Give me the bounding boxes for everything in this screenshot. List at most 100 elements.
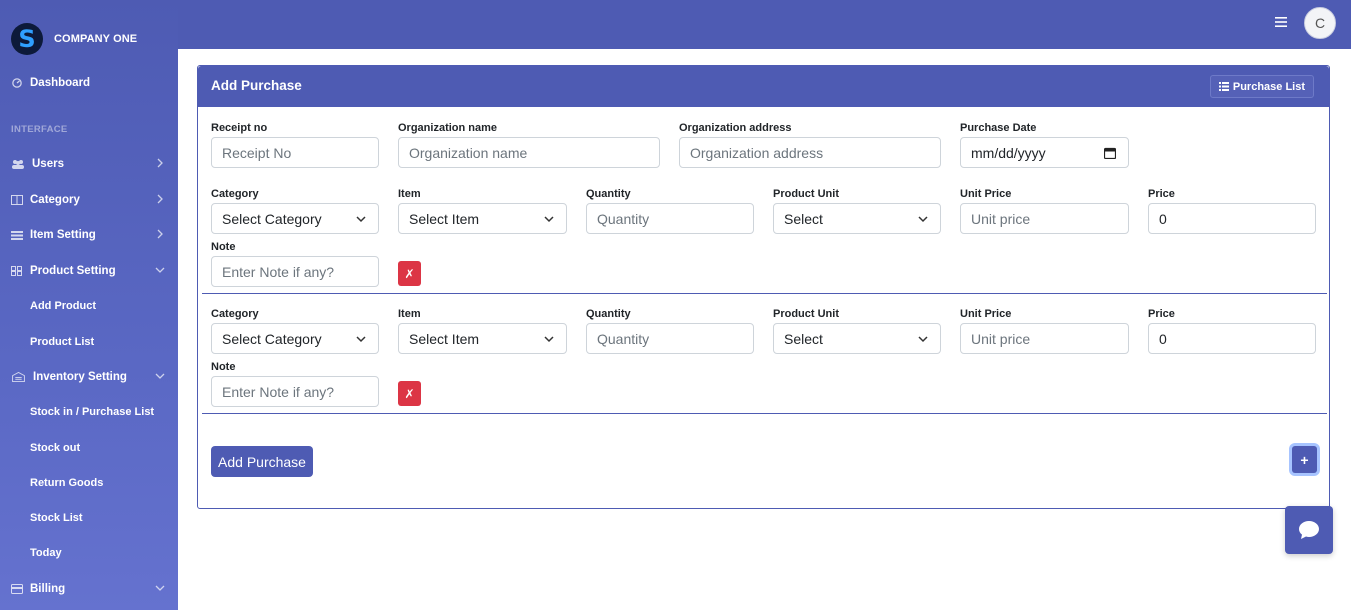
billing-icon (11, 584, 23, 594)
quantity-label: Quantity (586, 308, 631, 320)
quantity-input[interactable] (586, 323, 754, 354)
item-label: Item (398, 188, 421, 200)
product-unit-value: Select (784, 210, 823, 227)
sidebar-subitem-stock-list[interactable]: Stock List (30, 512, 83, 524)
row-divider (202, 293, 1327, 294)
sidebar-item-billing[interactable]: Billing (0, 578, 178, 600)
remove-row-button[interactable]: ✗ (398, 261, 421, 286)
sidebar-item-dashboard[interactable]: Dashboard (0, 72, 178, 94)
company-name: COMPANY ONE (54, 33, 138, 45)
sidebar-subitem-product-list[interactable]: Product List (30, 336, 94, 348)
chat-button[interactable] (1285, 506, 1333, 554)
sidebar-subitem-today[interactable]: Today (30, 547, 62, 559)
date-placeholder: mm/dd/yyyy (971, 144, 1046, 161)
price-input[interactable] (1148, 203, 1316, 234)
users-icon (12, 160, 24, 169)
sidebar-item-category[interactable]: Category (0, 189, 178, 211)
sidebar-heading: INTERFACE (11, 124, 68, 135)
org-name-label: Organization name (398, 122, 498, 134)
category-select-value: Select Category (222, 210, 322, 227)
item-select[interactable]: Select Item (398, 323, 567, 354)
sidebar-item-item-setting[interactable]: Item Setting (0, 224, 178, 246)
sidebar-item-product-setting[interactable]: Product Setting (0, 260, 178, 282)
add-row-button[interactable]: + (1292, 446, 1317, 473)
category-icon (11, 195, 23, 205)
chevron-right-icon (157, 158, 163, 168)
product-unit-value: Select (784, 330, 823, 347)
brand[interactable]: S COMPANY ONE (0, 0, 178, 78)
calendar-icon[interactable] (1104, 147, 1116, 159)
org-address-label: Organization address (679, 122, 792, 134)
note-label: Note (211, 241, 236, 253)
quantity-input[interactable] (586, 203, 754, 234)
chevron-down-icon (918, 336, 928, 343)
sidebar-item-inventory-setting[interactable]: Inventory Setting (0, 366, 178, 388)
sidebar-item-label: Users (32, 158, 64, 170)
chevron-down-icon (356, 216, 366, 223)
dashboard-icon (12, 78, 22, 88)
item-select-value: Select Item (409, 330, 480, 347)
warehouse-icon (12, 372, 25, 382)
remove-row-button[interactable]: ✗ (398, 381, 421, 406)
note-input[interactable] (211, 256, 379, 287)
product-icon (11, 266, 22, 276)
org-address-input[interactable] (679, 137, 941, 168)
card-header: Add Purchase Purchase List (198, 66, 1329, 107)
price-label: Price (1148, 308, 1175, 320)
sidebar: S COMPANY ONE Dashboard INTERFACE Users … (0, 0, 178, 610)
chevron-down-icon (155, 585, 165, 591)
card-title: Add Purchase (211, 78, 302, 93)
chat-bubble-icon (1299, 521, 1319, 539)
sidebar-item-label: Category (30, 194, 80, 206)
sidebar-item-label: Item Setting (30, 229, 96, 241)
sidebar-item-users[interactable]: Users (0, 153, 178, 175)
chevron-right-icon (157, 229, 163, 239)
add-purchase-card: Add Purchase Purchase List Receipt no Or… (197, 65, 1330, 509)
chevron-right-icon (157, 194, 163, 204)
category-label: Category (211, 188, 259, 200)
quantity-label: Quantity (586, 188, 631, 200)
unit-price-label: Unit Price (960, 308, 1012, 320)
company-logo: S (11, 23, 43, 55)
sidebar-item-label: Billing (30, 583, 66, 595)
chevron-down-icon (918, 216, 928, 223)
category-label: Category (211, 308, 259, 320)
item-select[interactable]: Select Item (398, 203, 567, 234)
chevron-down-icon (356, 336, 366, 343)
chevron-down-icon (155, 267, 165, 273)
user-avatar[interactable]: C (1304, 7, 1336, 39)
purchase-date-input[interactable]: mm/dd/yyyy (960, 137, 1129, 168)
category-select[interactable]: Select Category (211, 203, 379, 234)
unit-price-input[interactable] (960, 203, 1129, 234)
product-unit-select[interactable]: Select (773, 323, 941, 354)
sidebar-item-label: Inventory Setting (33, 371, 127, 383)
sidebar-subitem-stock-in[interactable]: Stock in / Purchase List (30, 406, 154, 418)
chevron-down-icon (155, 373, 165, 379)
product-unit-select[interactable]: Select (773, 203, 941, 234)
sidebar-subitem-stock-out[interactable]: Stock out (30, 442, 80, 454)
sidebar-item-label: Dashboard (30, 77, 91, 89)
add-purchase-button[interactable]: Add Purchase (211, 446, 313, 477)
hamburger-menu-icon[interactable] (1275, 16, 1287, 28)
sidebar-subitem-return-goods[interactable]: Return Goods (30, 477, 103, 489)
purchase-list-button[interactable]: Purchase List (1209, 75, 1314, 98)
price-input[interactable] (1148, 323, 1316, 354)
item-select-value: Select Item (409, 210, 480, 227)
sidebar-subitem-add-product[interactable]: Add Product (30, 300, 96, 312)
purchase-list-label: Purchase List (1232, 80, 1305, 93)
receipt-input[interactable] (211, 137, 379, 168)
list-icon (1218, 82, 1229, 91)
row-divider (202, 413, 1327, 414)
product-unit-label: Product Unit (773, 188, 839, 200)
unit-price-label: Unit Price (960, 188, 1012, 200)
chevron-down-icon (544, 216, 554, 223)
note-label: Note (211, 361, 236, 373)
topbar: C (178, 0, 1351, 49)
org-name-input[interactable] (398, 137, 660, 168)
product-unit-label: Product Unit (773, 308, 839, 320)
unit-price-input[interactable] (960, 323, 1129, 354)
category-select[interactable]: Select Category (211, 323, 379, 354)
purchase-date-label: Purchase Date (960, 122, 1037, 134)
price-label: Price (1148, 188, 1175, 200)
note-input[interactable] (211, 376, 379, 407)
